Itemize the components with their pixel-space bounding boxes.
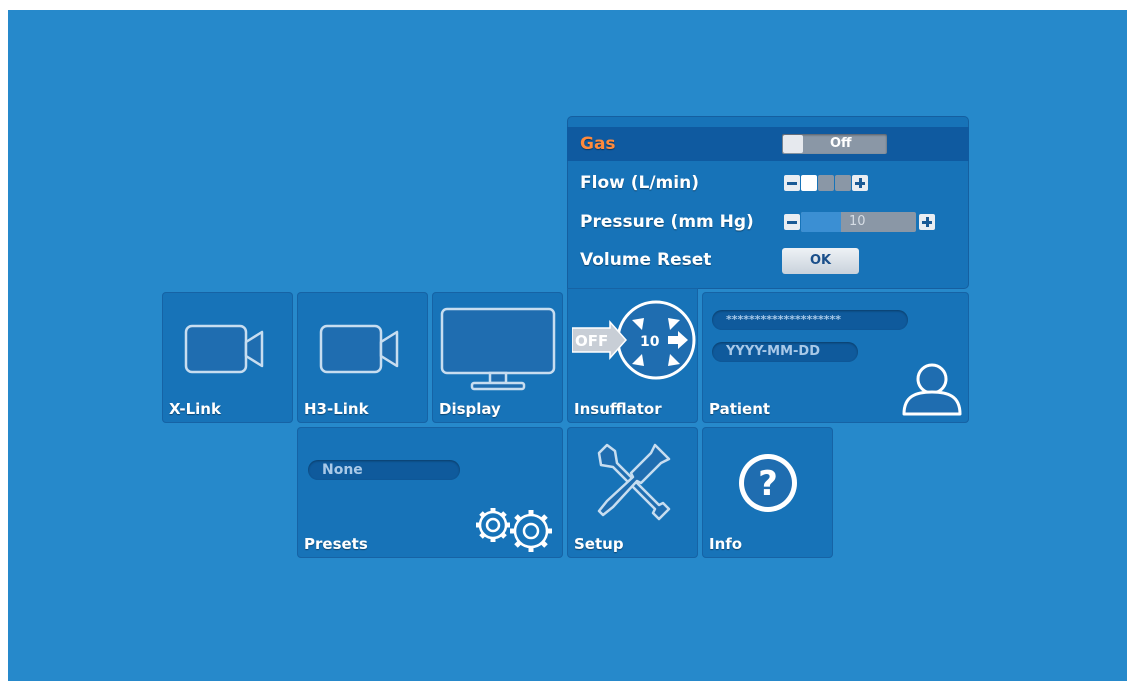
h3link-tile[interactable]: H3-Link <box>297 292 428 423</box>
tools-icon <box>597 443 671 521</box>
video-camera-icon <box>319 324 399 374</box>
insufflator-off-badge: OFF <box>575 332 608 350</box>
flow-label: Flow (L/min) <box>580 173 699 193</box>
insufflator-tile[interactable]: OFF 10 Insufflator <box>567 288 698 423</box>
preset-value-field[interactable]: None <box>308 460 460 480</box>
patient-label: Patient <box>709 400 771 418</box>
gas-label: Gas <box>580 134 616 154</box>
person-icon <box>902 363 962 416</box>
h3link-label: H3-Link <box>304 400 369 418</box>
display-tile[interactable]: Display <box>432 292 563 423</box>
insufflator-icon: OFF 10 <box>572 300 696 380</box>
pressure-decrease-button[interactable] <box>784 214 800 230</box>
svg-text:?: ? <box>758 464 778 504</box>
flow-level-segment <box>801 175 817 191</box>
flow-level-segment <box>818 175 834 191</box>
pressure-value: 10 <box>849 214 866 229</box>
question-icon: ? <box>739 454 797 512</box>
pressure-label: Pressure (mm Hg) <box>580 212 754 232</box>
video-camera-icon <box>184 324 264 374</box>
pressure-slider-fill <box>801 212 841 232</box>
info-label: Info <box>709 535 743 553</box>
volume-reset-label: Volume Reset <box>580 250 712 270</box>
gas-toggle-knob <box>783 135 803 153</box>
patient-id-field[interactable]: ******************** <box>712 310 908 330</box>
volume-reset-ok-button[interactable]: OK <box>782 248 859 274</box>
setup-tile[interactable]: Setup <box>567 427 698 558</box>
insufflator-settings-panel: Gas Off Flow (L/min) Pressure (mm Hg) 10… <box>567 116 969 289</box>
setup-label: Setup <box>574 535 624 553</box>
patient-date-field[interactable]: YYYY-MM-DD <box>712 342 858 362</box>
insufflator-label: Insufflator <box>574 400 662 418</box>
gas-row: Gas <box>567 127 969 161</box>
monitor-icon <box>440 307 556 391</box>
flow-decrease-button[interactable] <box>784 175 800 191</box>
presets-label: Presets <box>304 535 368 553</box>
xlink-tile[interactable]: X-Link <box>162 292 293 423</box>
patient-tile[interactable]: ******************** YYYY-MM-DD Patient <box>702 292 969 423</box>
display-label: Display <box>439 400 501 418</box>
info-tile[interactable]: ? Info <box>702 427 833 558</box>
xlink-label: X-Link <box>169 400 221 418</box>
gas-toggle-state: Off <box>830 136 852 151</box>
flow-increase-button[interactable] <box>852 175 868 191</box>
gears-icon <box>476 508 552 552</box>
pressure-slider[interactable]: 10 <box>801 212 916 232</box>
insufflator-badge-value: 10 <box>640 334 660 350</box>
pressure-increase-button[interactable] <box>919 214 935 230</box>
flow-level-segment <box>835 175 851 191</box>
presets-tile[interactable]: None Presets <box>297 427 563 558</box>
gas-toggle[interactable]: Off <box>782 134 887 154</box>
